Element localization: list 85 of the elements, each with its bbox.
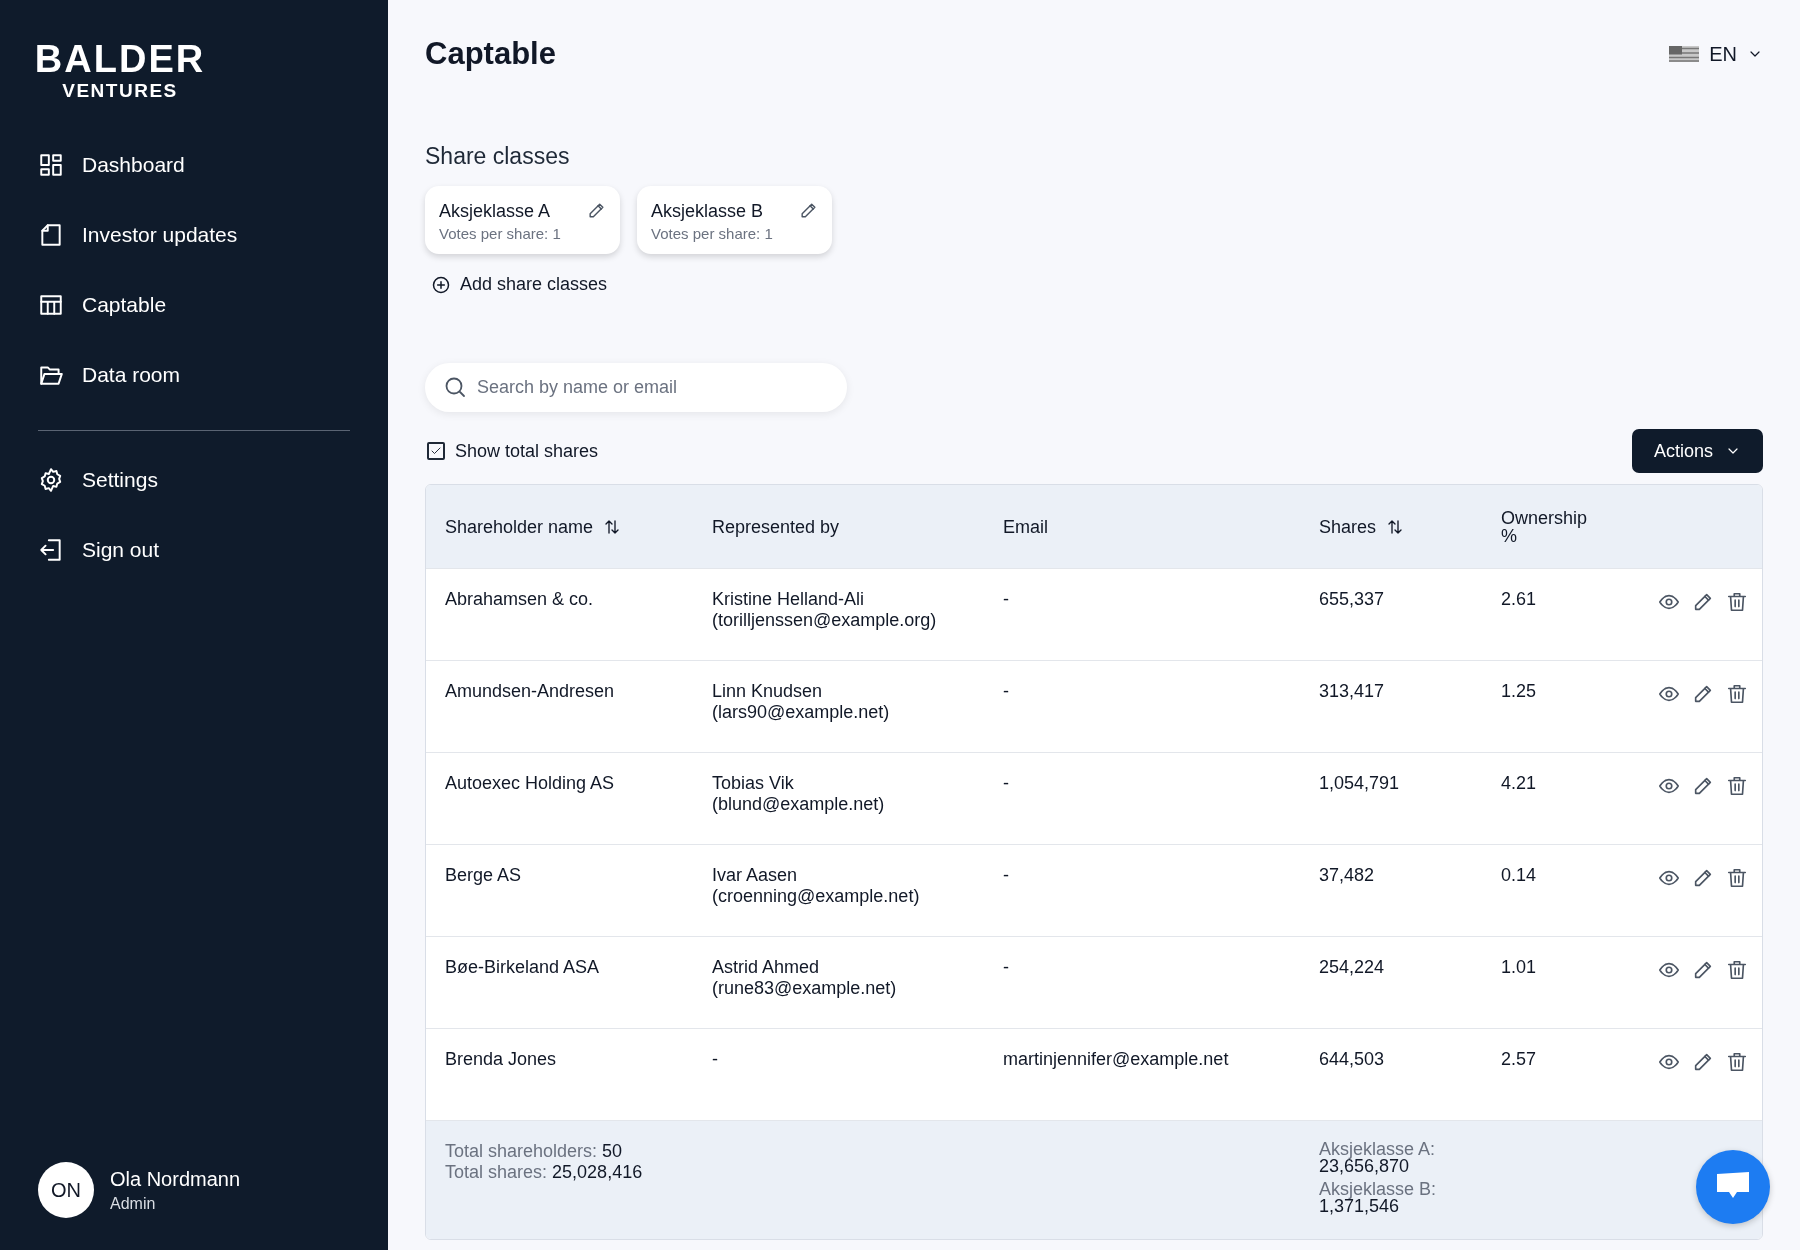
user-name: Ola Nordmann [110, 1167, 241, 1191]
column-header: Shares [1319, 517, 1377, 536]
delete-icon[interactable] [1726, 1051, 1748, 1073]
table-cell: 4.21 [1501, 773, 1537, 794]
edit-icon[interactable] [1692, 683, 1714, 705]
table-cell: - [1003, 773, 1009, 794]
column-header: Shareholder name [445, 517, 594, 536]
share-class-name: Aksjeklasse A [439, 201, 552, 222]
search-field[interactable]: Search by name or email [425, 363, 847, 412]
table-cell: Ivar Aasen (croenning@example.net) [712, 865, 920, 906]
summary-text: Total shares: 25,028,416 [445, 1162, 643, 1183]
table-cell: 254,224 [1319, 957, 1385, 978]
user-role: Admin [110, 1194, 157, 1213]
nav-item[interactable]: Dashboard [38, 130, 185, 200]
settings-icon [38, 467, 64, 493]
checkbox[interactable] [427, 442, 445, 460]
edit-icon[interactable] [1692, 775, 1714, 797]
table-cell: 37,482 [1319, 865, 1375, 886]
table-cell: 655,337 [1319, 589, 1385, 610]
edit-icon[interactable] [1692, 867, 1714, 889]
plus-circle-icon [431, 274, 451, 295]
votes-per-share: Votes per share: 1 [651, 225, 773, 242]
table-cell: 0.14 [1501, 865, 1537, 886]
table-icon [38, 292, 64, 318]
delete-icon[interactable] [1726, 591, 1748, 613]
column-header: Ownership % [1501, 508, 1589, 545]
nav-item[interactable]: Settings [38, 445, 158, 515]
summary-text: Aksjeklasse A: 23,656,870 [1319, 1141, 1436, 1175]
table-cell: - [1003, 589, 1009, 610]
brand-name: BALDER [34, 40, 206, 78]
table-cell: Linn Knudsen (lars90@example.net) [712, 681, 890, 722]
table-cell: Abrahamsen & co. [445, 589, 594, 610]
delete-icon[interactable] [1726, 959, 1748, 981]
share-class-name: Aksjeklasse B [651, 201, 765, 222]
edit-icon[interactable] [1692, 1051, 1714, 1073]
nav-item[interactable]: Data room [38, 340, 181, 410]
edit-icon[interactable] [1692, 591, 1714, 613]
table-cell: 1.01 [1501, 957, 1537, 978]
search-icon [443, 375, 467, 399]
votes-per-share: Votes per share: 1 [439, 225, 561, 242]
table-cell: 1,054,791 [1319, 773, 1400, 794]
table-cell: - [1003, 865, 1009, 886]
table-cell: 313,417 [1319, 681, 1385, 702]
delete-icon[interactable] [1726, 867, 1748, 889]
table-cell: Brenda Jones [445, 1049, 557, 1070]
table-cell: Autoexec Holding AS [445, 773, 615, 794]
summary-text: Total shareholders: 50 [445, 1141, 623, 1162]
edit-icon[interactable] [1692, 959, 1714, 981]
table-cell: - [1003, 681, 1009, 702]
check-icon [430, 445, 442, 457]
delete-icon[interactable] [1726, 775, 1748, 797]
checkbox-label: Show total shares [455, 440, 599, 462]
delete-icon[interactable] [1726, 683, 1748, 705]
table-cell: - [712, 1049, 718, 1069]
column-header: Email [1003, 517, 1048, 536]
user-avatar: ON [38, 1162, 94, 1218]
nav-item[interactable]: Captable [38, 270, 167, 340]
table-cell: 1.25 [1501, 681, 1537, 702]
table-cell: Kristine Helland-Ali (torilljenssen@example.org) [712, 589, 937, 630]
table-cell: Amundsen-Andresen [445, 681, 615, 702]
table-cell: 2.61 [1501, 589, 1537, 610]
table-cell: Berge AS [445, 865, 522, 886]
flag-icon [1669, 46, 1700, 62]
table-cell: 644,503 [1319, 1049, 1385, 1070]
edit-icon[interactable] [587, 201, 606, 220]
table-cell: Tobias Vik (blund@example.net) [712, 773, 885, 814]
table-cell: - [1003, 957, 1009, 978]
table-cell: Astrid Ahmed (rune83@example.net) [712, 957, 897, 998]
column-header: Represented by [712, 517, 840, 536]
summary-text: Aksjeklasse B: 1,371,546 [1319, 1181, 1437, 1215]
nav-item[interactable]: Sign out [38, 515, 160, 585]
actions-button[interactable]: Actions [1631, 429, 1763, 473]
sign-out-icon [38, 537, 64, 563]
nav-item[interactable]: Investor updates [38, 200, 238, 270]
table-cell: 2.57 [1501, 1049, 1537, 1070]
add-share-classes-button[interactable]: Add share classes [431, 274, 608, 295]
brand-tagline: VENTURES [62, 80, 178, 102]
grid-icon [38, 152, 64, 178]
edit-icon[interactable] [799, 201, 818, 220]
language-selector[interactable]: EN [1669, 42, 1763, 66]
table-cell: Bøe-Birkeland ASA [445, 957, 600, 978]
page-title: Captable [425, 36, 556, 72]
table-cell: martinjennifer@example.net [1003, 1049, 1229, 1070]
document-icon [38, 222, 64, 248]
section-heading: Share classes [425, 143, 571, 170]
